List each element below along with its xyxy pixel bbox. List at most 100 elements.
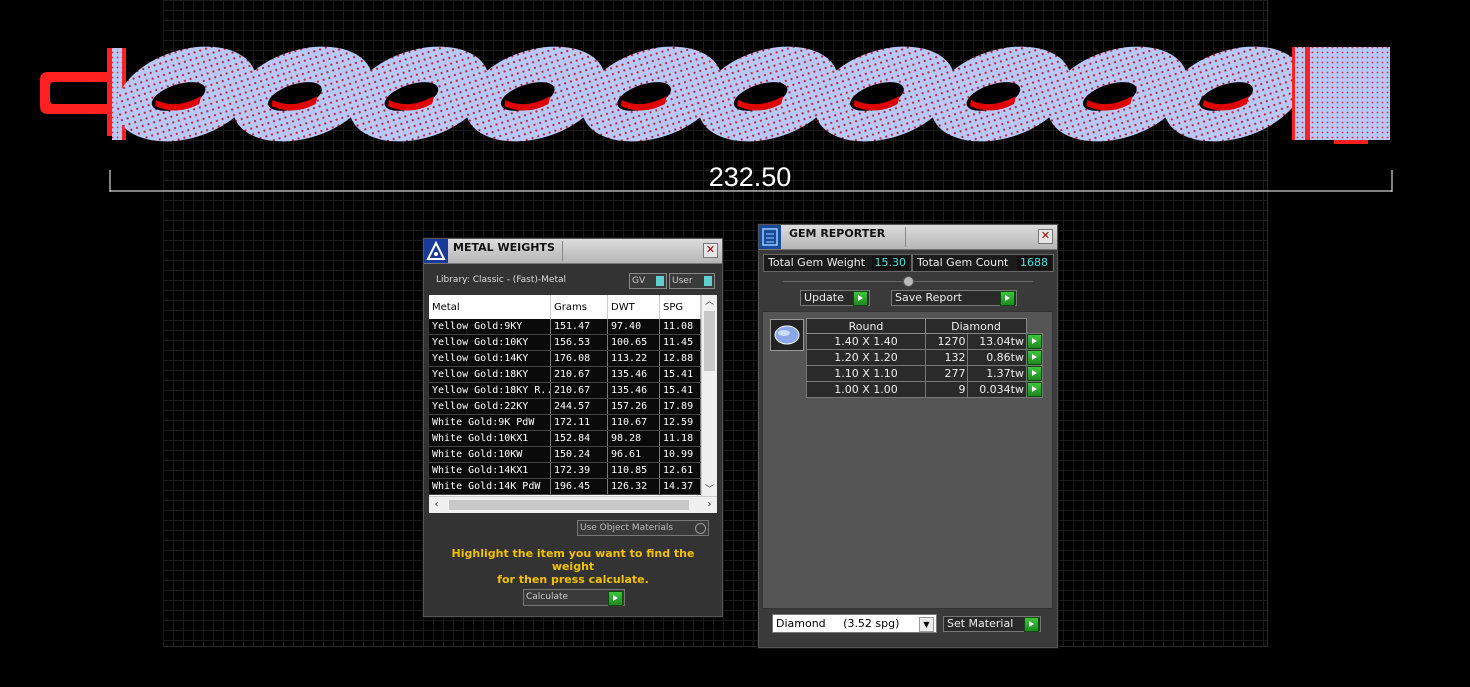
title-divider (905, 227, 906, 247)
play-icon[interactable] (1027, 334, 1042, 349)
column-header-metal[interactable]: Metal (429, 295, 551, 319)
close-icon[interactable]: ✕ (1038, 229, 1053, 244)
table-cell: 15.41 (659, 382, 701, 399)
table-row[interactable]: White Gold:14K PdW 196.45 126.32 14.37 (429, 478, 701, 495)
round-gem-icon[interactable] (770, 319, 804, 351)
table-row[interactable]: White Gold:10KW 150.24 96.61 10.99 (429, 446, 701, 463)
use-object-materials-label: Use Object Materials (580, 523, 674, 533)
collapse-knob-icon[interactable] (903, 276, 914, 287)
scroll-left-icon[interactable]: ‹ (429, 497, 444, 513)
play-icon[interactable] (1000, 291, 1015, 306)
table-cell: 12.88 (659, 350, 701, 367)
table-cell: 172.39 (550, 462, 608, 479)
scroll-down-icon[interactable]: ﹀ (702, 483, 717, 497)
cad-viewport[interactable]: 232.50 METAL WEIGHTS ✕ Library: Classic … (0, 0, 1470, 687)
chevron-down-icon[interactable]: ▼ (919, 617, 934, 632)
horizontal-scrollbar[interactable]: ‹ › (429, 496, 717, 513)
metal-weights-titlebar[interactable]: METAL WEIGHTS ✕ (424, 239, 722, 264)
set-material-button[interactable]: Set Material (943, 616, 1041, 632)
gem-cell: 277 (924, 365, 969, 382)
metal-weights-title: METAL WEIGHTS (453, 241, 555, 254)
table-cell: White Gold:9K PdW (429, 414, 551, 431)
table-cell: White Gold:10KX1 (429, 430, 551, 447)
table-cell: Yellow Gold:9KY (429, 319, 551, 335)
gv-toggle[interactable]: GV (629, 273, 667, 289)
column-header-grams[interactable]: Grams (550, 295, 608, 319)
library-label: Library: Classic - (Fast)-Metal (436, 275, 567, 285)
vertical-scroll-thumb[interactable] (704, 311, 715, 371)
total-gem-weight-label: Total Gem Weight (768, 256, 866, 269)
total-gem-count: Total Gem Count 1688 (912, 254, 1054, 272)
table-cell: White Gold:14KX1 (429, 462, 551, 479)
table-cell: 126.32 (607, 478, 660, 495)
table-cell: 113.22 (607, 350, 660, 367)
metal-weights-icon (424, 239, 448, 263)
table-cell: 10.99 (659, 446, 701, 463)
gem-row[interactable]: 1.00 X 1.00 9 0.034tw (806, 381, 1043, 398)
table-cell: 196.45 (550, 478, 608, 495)
play-icon[interactable] (853, 291, 868, 306)
column-header-spg[interactable]: SPG (659, 295, 701, 319)
scroll-right-icon[interactable]: › (702, 497, 717, 513)
table-row[interactable]: Yellow Gold:18KY 210.67 135.46 15.41 (429, 366, 701, 383)
material-select[interactable]: Diamond (3.52 spg) ▼ (772, 614, 937, 633)
metal-weights-table[interactable]: Metal Grams DWT SPG Yellow Gold:9KY 151.4… (429, 295, 717, 513)
gem-row[interactable]: 1.20 X 1.20 132 0.86tw (806, 349, 1043, 366)
gem-row-action (1026, 381, 1043, 398)
horizontal-scroll-thumb[interactable] (449, 500, 689, 510)
gem-cell: 1.40 X 1.40 (806, 333, 926, 350)
update-button[interactable]: Update (800, 290, 870, 306)
use-object-materials-option[interactable]: Use Object Materials (577, 520, 709, 536)
gem-cell: 1.37tw (967, 365, 1027, 382)
scroll-up-icon[interactable]: ︿ (702, 295, 717, 309)
table-row[interactable]: Yellow Gold:14KY 176.08 113.22 12.88 (429, 350, 701, 367)
table-cell: 11.45 (659, 334, 701, 351)
table-cell: 150.24 (550, 446, 608, 463)
play-icon[interactable] (1024, 617, 1039, 632)
table-cell: Yellow Gold:14KY (429, 350, 551, 367)
user-toggle[interactable]: User (669, 273, 715, 289)
calculate-label: Calculate (526, 592, 569, 602)
gem-cell: 1270 (924, 333, 969, 350)
close-icon[interactable]: ✕ (703, 243, 718, 258)
table-row[interactable]: White Gold:10KX1 152.84 98.28 11.18 (429, 430, 701, 447)
table-cell: Yellow Gold:10KY (429, 334, 551, 351)
gem-cell: 9 (924, 381, 969, 398)
column-header-dwt[interactable]: DWT (607, 295, 660, 319)
gem-shape-header: Round (806, 318, 926, 334)
table-row[interactable]: White Gold:9K PdW 172.11 110.67 12.59 (429, 414, 701, 431)
table-row[interactable]: Yellow Gold:22KY 244.57 157.26 17.89 (429, 398, 701, 415)
table-cell: 210.67 (550, 382, 608, 399)
instruction-line-2: for then press calculate. (497, 573, 649, 586)
gem-cell: 132 (924, 349, 969, 366)
gem-row[interactable]: 1.40 X 1.40 1270 13.04tw (806, 333, 1043, 350)
table-row[interactable]: Yellow Gold:18KY R... 210.67 135.46 15.41 (429, 382, 701, 399)
gv-toggle-label: GV (632, 276, 646, 286)
gem-reporter-icon (759, 225, 781, 249)
gem-row-action (1026, 333, 1043, 350)
gem-cell: 1.20 X 1.20 (806, 349, 926, 366)
calculate-button[interactable]: Calculate (523, 589, 625, 606)
radio-icon[interactable] (695, 523, 706, 534)
material-select-value: Diamond (3.52 spg) (776, 617, 900, 630)
save-report-button[interactable]: Save Report (891, 290, 1017, 306)
play-icon[interactable] (1027, 350, 1042, 365)
gem-reporter-titlebar[interactable]: GEM REPORTER ✕ (759, 225, 1057, 250)
table-row[interactable]: White Gold:14KX1 172.39 110.85 12.61 (429, 462, 701, 479)
gem-type-header: Diamond (925, 318, 1027, 334)
instruction-line-1: Highlight the item you want to find the … (451, 547, 695, 573)
table-cell: 135.46 (607, 382, 660, 399)
vertical-scrollbar[interactable]: ︿ ﹀ (701, 295, 717, 497)
play-icon[interactable] (1027, 366, 1042, 381)
table-cell: 172.11 (550, 414, 608, 431)
play-icon[interactable] (608, 591, 623, 606)
user-toggle-label: User (672, 276, 693, 286)
table-row[interactable]: Yellow Gold:10KY 156.53 100.65 11.45 (429, 334, 701, 351)
table-cell: 157.26 (607, 398, 660, 415)
table-row[interactable]: Yellow Gold:9KY 151.47 97.40 11.08 (429, 319, 701, 335)
table-cell: 176.08 (550, 350, 608, 367)
table-cell: 15.41 (659, 366, 701, 383)
metal-weights-panel: METAL WEIGHTS ✕ Library: Classic - (Fast… (423, 238, 723, 617)
play-icon[interactable] (1027, 382, 1042, 397)
gem-row[interactable]: 1.10 X 1.10 277 1.37tw (806, 365, 1043, 382)
